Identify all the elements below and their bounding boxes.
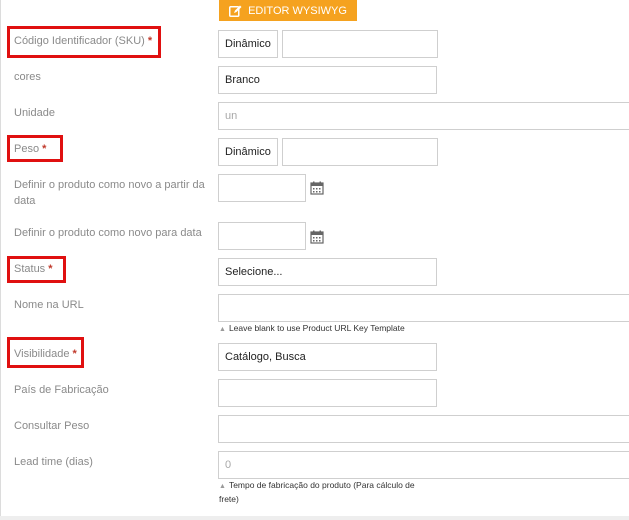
visibilidade-select[interactable]: Catálogo, Busca — [218, 343, 437, 371]
wysiwyg-editor-label: EDITOR WYSIWYG — [248, 4, 347, 17]
novo-para-label: Definir o produto como novo para data — [14, 227, 202, 239]
required-marker: * — [42, 143, 47, 155]
required-marker: * — [72, 348, 77, 360]
status-select[interactable]: Selecione... — [218, 258, 437, 286]
cores-input[interactable]: Branco — [218, 66, 437, 94]
required-marker: * — [48, 263, 53, 275]
unidade-label: Unidade — [14, 107, 55, 119]
calendar-icon[interactable] — [310, 230, 324, 244]
lead-time-label: Lead time (dias) — [14, 456, 93, 468]
novo-para-date-input[interactable] — [218, 222, 306, 250]
pais-input[interactable] — [218, 379, 437, 407]
visibilidade-label: Visibilidade * — [14, 348, 77, 360]
url-note: ▲ Leave blank to use Product URL Key Temp… — [219, 323, 405, 333]
peso-input[interactable] — [282, 138, 438, 166]
unidade-input[interactable]: un — [218, 102, 629, 130]
consultar-peso-label: Consultar Peso — [14, 420, 90, 432]
note-arrow-icon: ▲ — [219, 483, 226, 490]
peso-label: Peso * — [14, 143, 47, 155]
panel-bottom-edge — [0, 516, 629, 520]
novo-de-label: Definir o produto como novo a partir da … — [14, 179, 205, 207]
calendar-icon[interactable] — [310, 181, 324, 195]
wysiwyg-editor-button[interactable]: EDITOR WYSIWYG — [219, 0, 357, 21]
required-marker: * — [147, 35, 153, 47]
cores-label: cores — [14, 71, 41, 83]
lead-time-input[interactable]: 0 — [218, 451, 629, 479]
sku-label: Código Identificador (SKU) * — [14, 35, 153, 47]
note-arrow-icon: ▲ — [219, 326, 226, 333]
consultar-peso-input[interactable] — [218, 415, 629, 443]
peso-type-select[interactable]: Dinâmico — [218, 138, 278, 166]
lead-time-note: ▲ Tempo de fabricação do produto (Para cá… — [219, 480, 415, 504]
sku-input[interactable] — [282, 30, 438, 58]
novo-de-date-input[interactable] — [218, 174, 306, 202]
url-label: Nome na URL — [14, 299, 84, 311]
url-input[interactable] — [218, 294, 629, 322]
status-label: Status * — [14, 263, 53, 275]
sku-type-select[interactable]: Dinâmico — [218, 30, 278, 58]
edit-icon — [229, 5, 242, 17]
pais-label: País de Fabricação — [14, 384, 109, 396]
